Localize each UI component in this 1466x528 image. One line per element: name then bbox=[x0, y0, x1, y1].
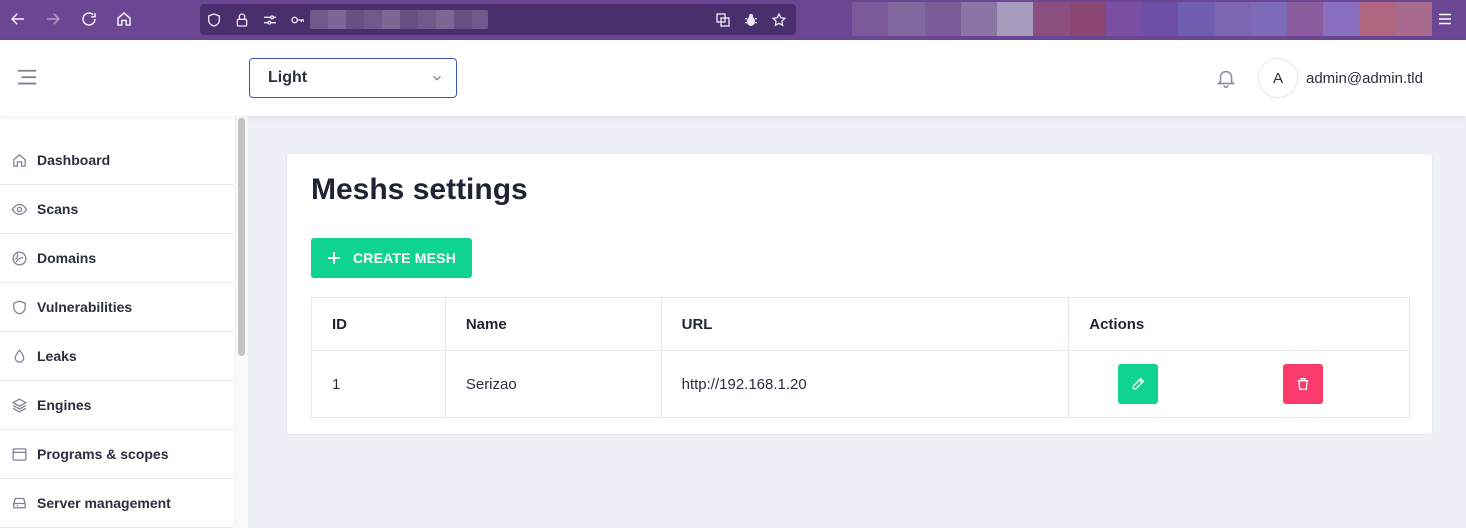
avatar[interactable]: A bbox=[1258, 58, 1298, 98]
globe-icon bbox=[10, 249, 28, 267]
sidebar-item-server-management[interactable]: Server management bbox=[0, 479, 234, 528]
key-icon[interactable] bbox=[290, 12, 306, 28]
sidebar-item-programs-scopes[interactable]: Programs & scopes bbox=[0, 430, 234, 479]
column-header-id: ID bbox=[311, 297, 446, 351]
cell-name: Serizao bbox=[444, 350, 662, 418]
drop-icon bbox=[10, 347, 28, 365]
trash-icon bbox=[1298, 378, 1309, 390]
theme-select-value: Light bbox=[268, 69, 308, 86]
sidebar-item-label: Server management bbox=[37, 495, 171, 511]
tab-strip-obscured[interactable] bbox=[852, 2, 1432, 36]
column-header-name: Name bbox=[444, 297, 662, 351]
table-row: 1 Serizao http://192.168.1.20 bbox=[311, 350, 1410, 418]
home-icon[interactable] bbox=[113, 8, 135, 30]
forward-icon[interactable] bbox=[42, 8, 64, 30]
user-email[interactable]: admin@admin.tld bbox=[1306, 70, 1423, 87]
mesh-table: ID Name URL Actions 1 Serizao http://192… bbox=[311, 297, 1410, 418]
calendar-icon bbox=[10, 445, 28, 463]
sidebar: Dashboard Scans Domains Vulnerabilities … bbox=[0, 116, 248, 528]
sidebar-scrollbar-thumb[interactable] bbox=[238, 118, 245, 356]
theme-select[interactable]: Light bbox=[249, 58, 457, 98]
home-icon bbox=[10, 151, 28, 169]
page-title: Meshs settings bbox=[311, 173, 528, 206]
cell-id: 1 bbox=[311, 350, 446, 418]
cell-actions bbox=[1068, 350, 1410, 418]
sidebar-item-engines[interactable]: Engines bbox=[0, 381, 234, 430]
cell-url: http://192.168.1.20 bbox=[660, 350, 1070, 418]
create-mesh-button[interactable]: CREATE MESH bbox=[311, 238, 472, 278]
shield-icon bbox=[10, 298, 28, 316]
bug-icon[interactable] bbox=[743, 12, 759, 28]
edit-button[interactable] bbox=[1118, 364, 1159, 404]
sidebar-item-vulnerabilities[interactable]: Vulnerabilities bbox=[0, 283, 234, 332]
sidebar-item-label: Leaks bbox=[37, 348, 77, 364]
column-header-url: URL bbox=[660, 297, 1070, 351]
shield-icon[interactable] bbox=[206, 12, 222, 28]
app-header: Light A admin@admin.tld bbox=[0, 40, 1466, 116]
sidebar-item-domains[interactable]: Domains bbox=[0, 234, 234, 283]
layers-icon bbox=[10, 396, 28, 414]
delete-button[interactable] bbox=[1283, 364, 1324, 404]
permissions-icon[interactable] bbox=[262, 12, 278, 28]
meshs-settings-card: Meshs settings CREATE MESH ID Name URL A… bbox=[286, 153, 1433, 435]
sidebar-item-dashboard[interactable]: Dashboard bbox=[0, 136, 234, 185]
sidebar-item-label: Scans bbox=[37, 201, 79, 217]
sidebar-toggle-icon[interactable] bbox=[16, 68, 38, 88]
url-text-obscured[interactable] bbox=[310, 10, 488, 29]
back-icon[interactable] bbox=[7, 8, 29, 30]
translate-icon[interactable] bbox=[715, 12, 731, 28]
sidebar-item-label: Domains bbox=[37, 250, 97, 266]
table-header-row: ID Name URL Actions bbox=[311, 297, 1410, 351]
sidebar-item-label: Programs & scopes bbox=[37, 446, 169, 462]
server-icon bbox=[10, 494, 28, 512]
url-bar[interactable] bbox=[200, 4, 796, 35]
sidebar-nav: Dashboard Scans Domains Vulnerabilities … bbox=[0, 136, 234, 528]
sidebar-item-scans[interactable]: Scans bbox=[0, 185, 234, 234]
create-mesh-label: CREATE MESH bbox=[352, 250, 457, 266]
browser-toolbar bbox=[0, 0, 1466, 40]
star-icon[interactable] bbox=[771, 12, 787, 28]
lock-icon[interactable] bbox=[234, 12, 250, 28]
reload-icon[interactable] bbox=[78, 8, 100, 30]
sidebar-item-label: Engines bbox=[37, 397, 92, 413]
column-header-actions: Actions bbox=[1068, 297, 1410, 351]
notification-bell-icon[interactable] bbox=[1215, 67, 1237, 89]
sidebar-item-leaks[interactable]: Leaks bbox=[0, 332, 234, 381]
eye-icon bbox=[10, 200, 28, 218]
menu-icon[interactable] bbox=[1436, 10, 1454, 28]
plus-icon bbox=[327, 251, 341, 265]
avatar-letter: A bbox=[1272, 69, 1283, 87]
pencil-icon bbox=[1132, 377, 1145, 390]
sidebar-item-label: Dashboard bbox=[37, 152, 111, 168]
sidebar-item-label: Vulnerabilities bbox=[37, 299, 133, 315]
chevron-down-icon bbox=[430, 71, 444, 85]
